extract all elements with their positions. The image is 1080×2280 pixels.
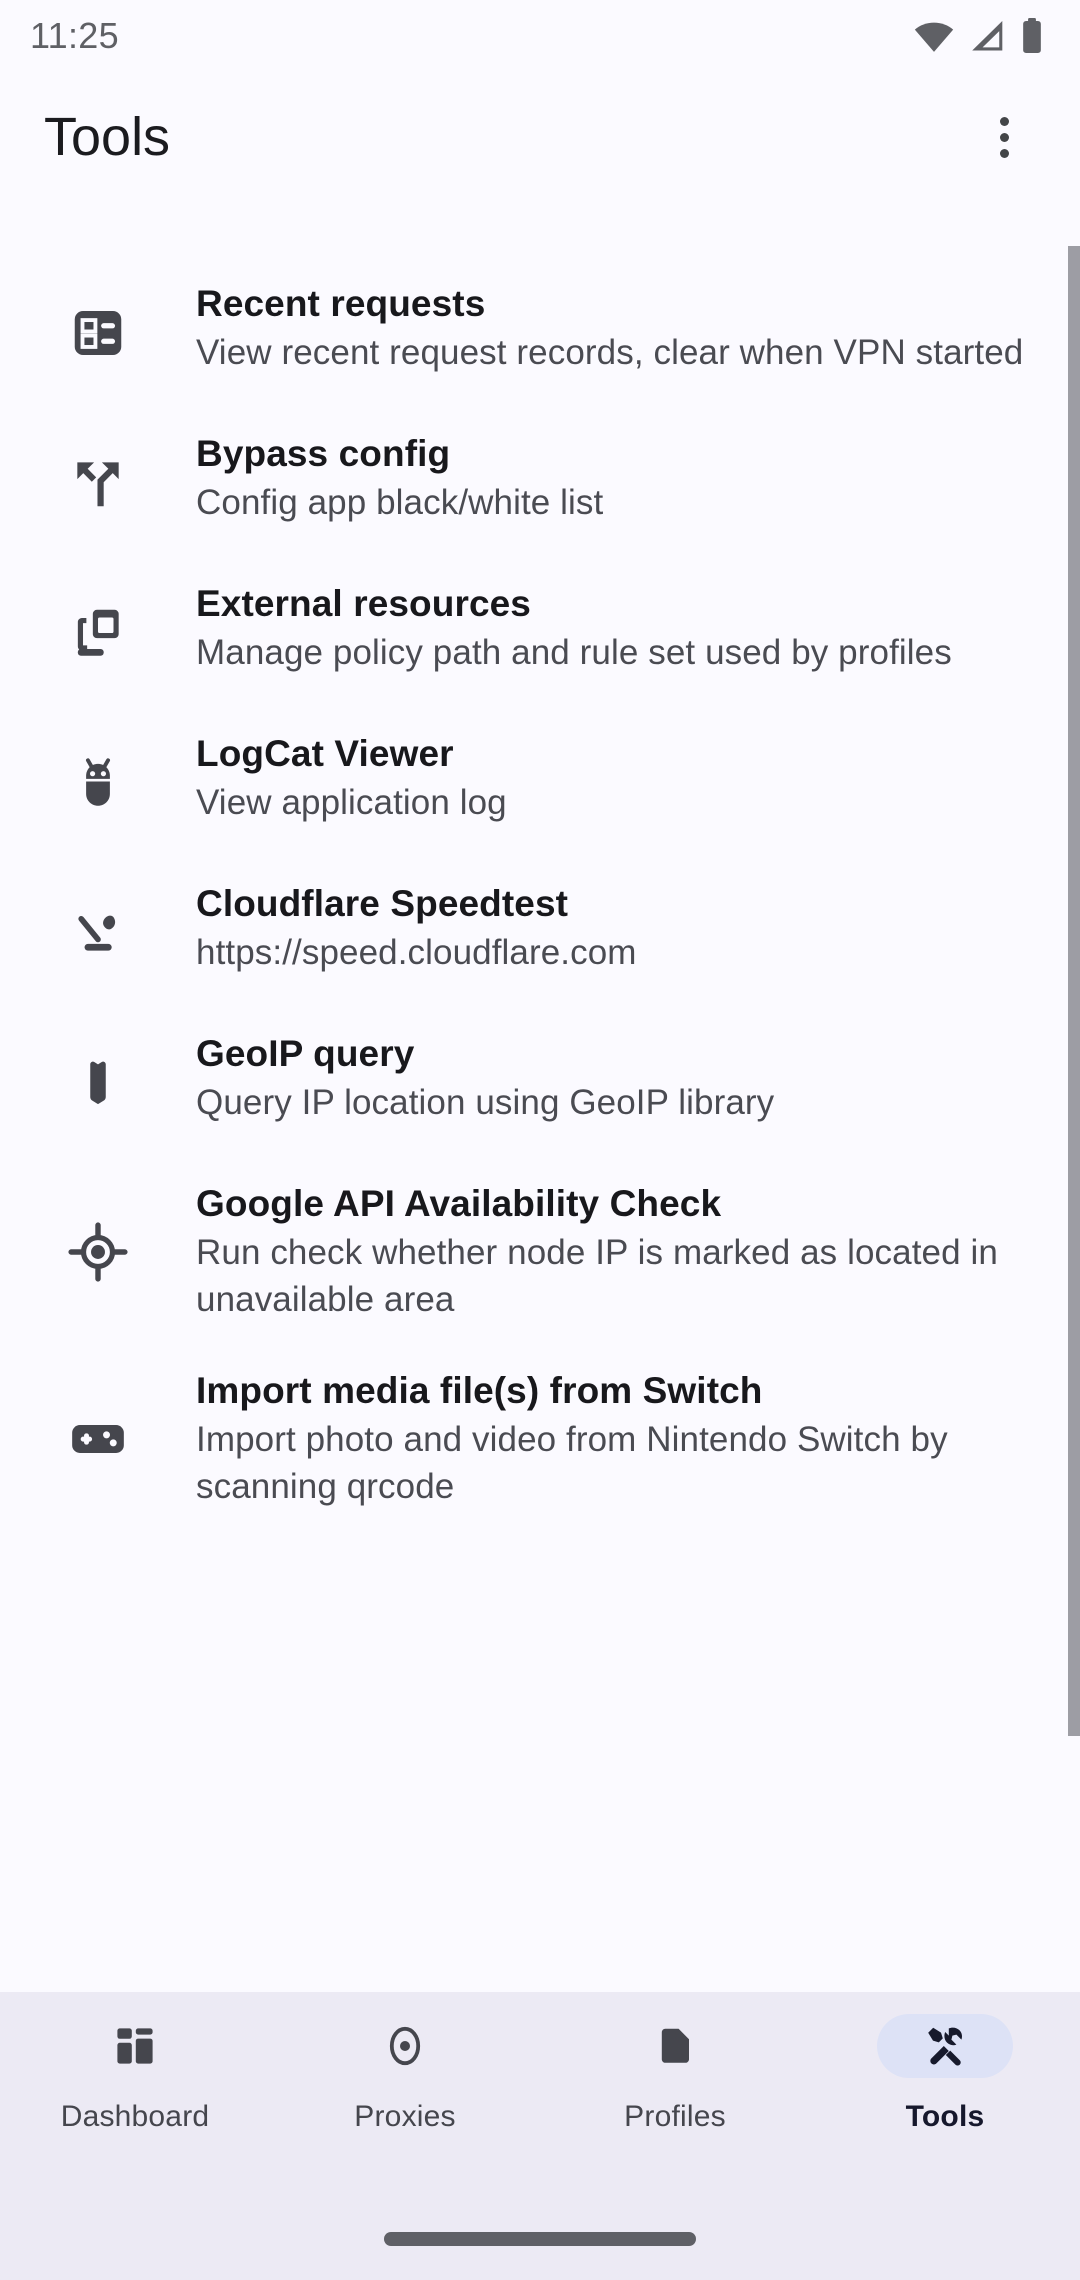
gps-crosshair-icon [0, 1221, 196, 1283]
speed-download-icon [0, 902, 196, 964]
list-item-subtitle: Query IP location using GeoIP library [196, 1083, 775, 1123]
list-item-title: Cloudflare Speedtest [196, 883, 569, 924]
list-item-bypass-config[interactable]: Bypass config Config app black/white lis… [0, 408, 1080, 558]
bottom-navigation: Dashboard Proxies Profiles Tools [0, 1992, 1080, 2280]
list-item-subtitle: Manage policy path and rule set used by … [196, 633, 952, 673]
nav-item-tools[interactable]: Tools [810, 2014, 1080, 2200]
list-item-text: Bypass config Config app black/white lis… [196, 430, 1044, 527]
phone-screen: 11:25 Tools Recent requests View recent … [0, 0, 1080, 2280]
more-options-icon[interactable] [968, 101, 1040, 173]
tools-list-scroll-area[interactable]: Recent requests View recent request reco… [0, 246, 1080, 1992]
list-item-text: LogCat Viewer View application log [196, 730, 1044, 827]
list-item-text: External resources Manage policy path an… [196, 580, 1044, 677]
list-item-cloudflare-speedtest[interactable]: Cloudflare Speedtest https://speed.cloud… [0, 858, 1080, 1008]
nav-item-dashboard[interactable]: Dashboard [0, 2014, 270, 2200]
list-item-external-resources[interactable]: External resources Manage policy path an… [0, 558, 1080, 708]
gesture-home-bar[interactable] [384, 2232, 696, 2246]
bug-android-icon [0, 752, 196, 814]
list-item-subtitle: Config app black/white list [196, 483, 604, 523]
list-item-title: LogCat Viewer [196, 733, 454, 774]
map-icon [0, 1052, 196, 1114]
list-item-subtitle: Import photo and video from Nintendo Swi… [196, 1420, 948, 1506]
list-item-title: Bypass config [196, 433, 451, 474]
list-item-text: GeoIP query Query IP location using GeoI… [196, 1030, 1044, 1127]
nav-item-proxies[interactable]: Proxies [270, 2014, 540, 2200]
list-item-geoip-query[interactable]: GeoIP query Query IP location using GeoI… [0, 1008, 1080, 1158]
list-item-text: Recent requests View recent request reco… [196, 280, 1044, 377]
app-bar: Tools [0, 72, 1080, 202]
layers-stack-icon [0, 602, 196, 664]
nav-label: Dashboard [60, 2100, 210, 2133]
page-title: Tools [44, 107, 171, 167]
battery-icon [1020, 18, 1044, 54]
list-item-import-media-switch[interactable]: Import media file(s) from Switch Import … [0, 1345, 1080, 1532]
tools-hammer-wrench-icon [877, 2014, 1013, 2078]
list-item-text: Import media file(s) from Switch Import … [196, 1367, 1044, 1510]
nav-label: Proxies [354, 2100, 456, 2133]
list-item-title: Google API Availability Check [196, 1183, 722, 1224]
list-item-title: Recent requests [196, 283, 486, 324]
cellular-signal-icon [968, 19, 1006, 53]
list-item-google-api-check[interactable]: Google API Availability Check Run check … [0, 1158, 1080, 1345]
nav-label: Tools [905, 2100, 985, 2133]
status-time: 11:25 [30, 15, 119, 56]
proxies-target-icon [337, 2014, 473, 2078]
list-item-title: GeoIP query [196, 1033, 415, 1074]
list-item-subtitle: https://speed.cloudflare.com [196, 933, 637, 973]
nav-item-profiles[interactable]: Profiles [540, 2014, 810, 2200]
gamepad-icon [0, 1408, 196, 1470]
list-item-subtitle: View recent request records, clear when … [196, 333, 1024, 373]
list-item-subtitle: Run check whether node IP is marked as l… [196, 1233, 998, 1319]
list-item-logcat-viewer[interactable]: LogCat Viewer View application log [0, 708, 1080, 858]
tools-list: Recent requests View recent request reco… [0, 246, 1080, 1532]
list-item-title: External resources [196, 583, 531, 624]
nav-label: Profiles [624, 2100, 726, 2133]
list-item-title: Import media file(s) from Switch [196, 1370, 763, 1412]
list-item-subtitle: View application log [196, 783, 507, 823]
list-item-text: Cloudflare Speedtest https://speed.cloud… [196, 880, 1044, 977]
dashboard-icon [67, 2014, 203, 2078]
folder-icon [607, 2014, 743, 2078]
ballot-list-icon [0, 302, 196, 364]
call-split-icon [0, 452, 196, 514]
wifi-icon [914, 19, 954, 53]
status-icons [914, 18, 1044, 54]
status-bar: 11:25 [0, 0, 1080, 72]
list-item-recent-requests[interactable]: Recent requests View recent request reco… [0, 258, 1080, 408]
list-item-text: Google API Availability Check Run check … [196, 1180, 1044, 1323]
